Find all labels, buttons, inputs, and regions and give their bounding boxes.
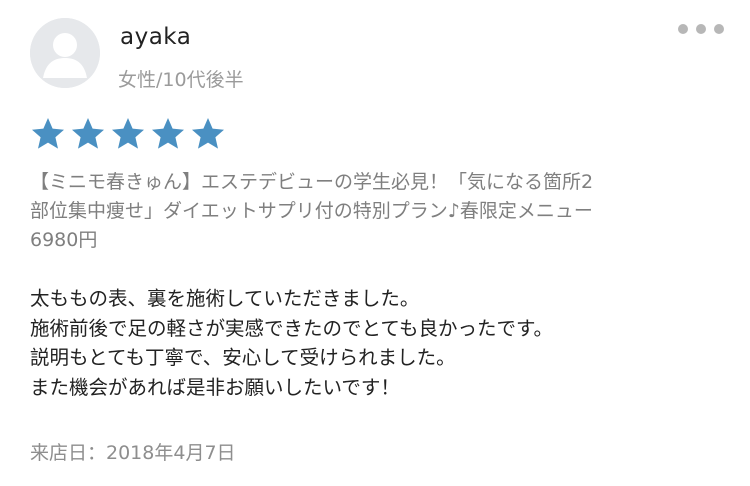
star-icon: [150, 116, 186, 150]
review-card: ayaka 女性/10代後半 【ミニモ春きゅん】エステデビューの学生必見！「気に…: [0, 0, 750, 486]
star-rating: [30, 116, 226, 150]
star-icon: [30, 116, 66, 150]
more-horizontal-icon: [696, 24, 706, 34]
user-silhouette-icon: [30, 18, 100, 88]
avatar[interactable]: [30, 18, 100, 88]
star-icon: [110, 116, 146, 150]
visit-date: 来店日：2018年4月7日: [30, 442, 236, 464]
star-icon: [190, 116, 226, 150]
review-comment: 太ももの表、裏を施術していただきました。 施術前後で足の軽さが実感できたのでとて…: [30, 287, 553, 399]
reviewer-meta: 女性/10代後半: [118, 69, 244, 91]
more-options-button[interactable]: [678, 22, 724, 36]
star-icon: [70, 116, 106, 150]
plan-title[interactable]: 【ミニモ春きゅん】エステデビューの学生必見！「気になる箇所2 部位集中痩せ」ダイ…: [30, 168, 730, 255]
reviewer-name[interactable]: ayaka: [120, 24, 191, 50]
more-horizontal-icon: [678, 24, 688, 34]
more-horizontal-icon: [714, 24, 724, 34]
